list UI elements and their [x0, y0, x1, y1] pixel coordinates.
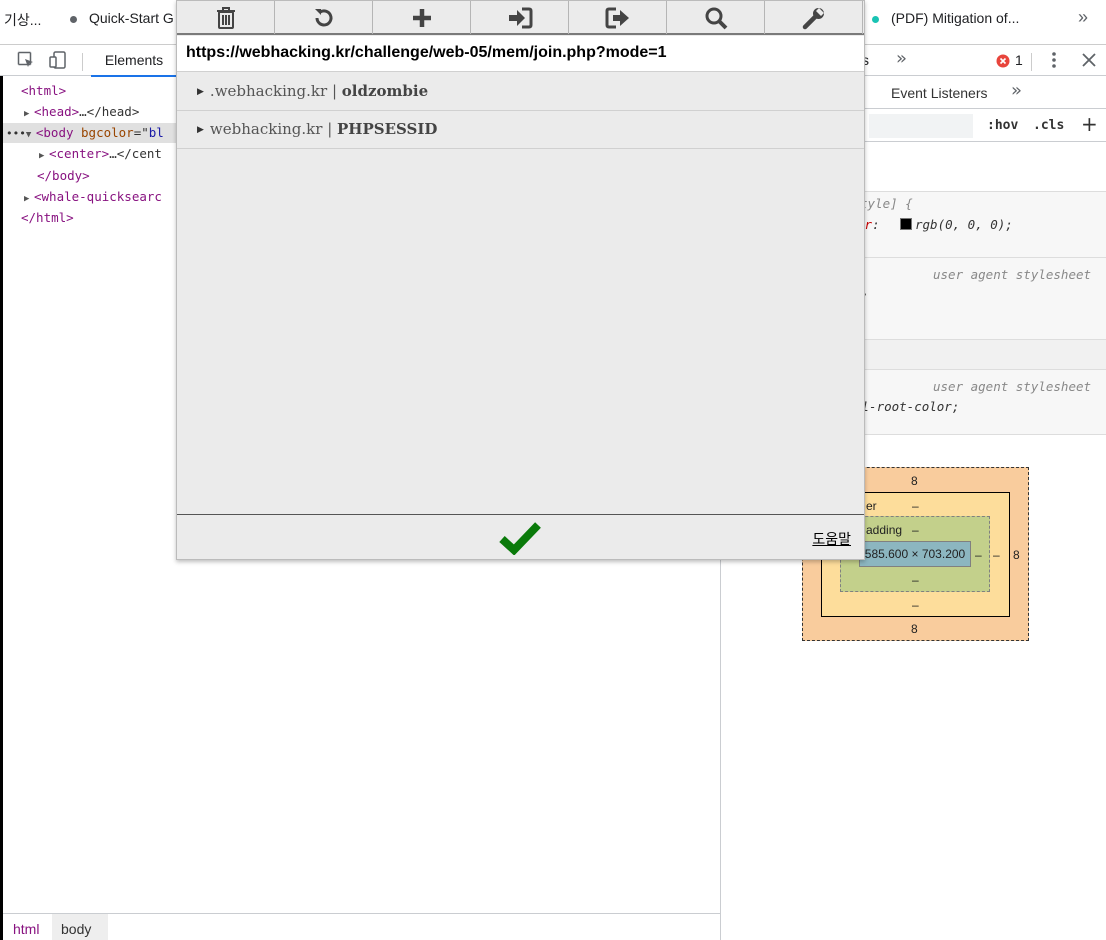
tab-event-listeners[interactable]: Event Listeners: [891, 85, 988, 101]
dom-node[interactable]: ▶ <center>…</cent: [39, 146, 162, 161]
more-bookmarks-icon[interactable]: »: [1078, 7, 1088, 28]
toolbar-divider: [1031, 53, 1032, 71]
close-icon[interactable]: [1081, 52, 1097, 72]
page-edge-strip: [0, 76, 3, 940]
more-subtabs-icon[interactable]: »: [1011, 80, 1022, 101]
margin-bottom-value[interactable]: 8: [911, 622, 918, 636]
search-icon: [705, 7, 727, 29]
cookie-domain: .webhacking.kr: [209, 82, 328, 100]
trash-icon: [216, 6, 235, 29]
favicon-icon: [872, 15, 879, 23]
cookie-name: oldzombie: [341, 82, 429, 100]
tab-label: Elements: [104, 52, 164, 68]
confirm-button[interactable]: [499, 521, 541, 559]
dom-node[interactable]: ▶ <whale-quicksearc: [24, 189, 162, 204]
popup-toolbar: [177, 1, 864, 35]
expand-triangle-icon[interactable]: ▶: [24, 109, 34, 119]
error-icon[interactable]: [996, 53, 1010, 72]
toolbar-divider: [82, 53, 83, 71]
add-rule-icon[interactable]: +: [1081, 112, 1098, 136]
favicon-icon: [70, 15, 77, 23]
error-count: 1: [1015, 52, 1023, 68]
border-bottom-value[interactable]: –: [912, 598, 919, 612]
wrench-icon: [802, 7, 824, 29]
filter-input[interactable]: [869, 114, 973, 138]
ellipsis-icon[interactable]: •••: [6, 127, 26, 140]
padding-top-value[interactable]: –: [912, 523, 919, 537]
inspect-element-icon[interactable]: [17, 51, 35, 73]
padding-label: adding: [866, 523, 903, 537]
ua-stylesheet-label: user agent stylesheet: [933, 379, 1092, 394]
breadcrumb-html[interactable]: html: [13, 921, 39, 937]
dom-node[interactable]: <html>: [21, 83, 66, 98]
dom-node[interactable]: </html>: [21, 210, 74, 225]
border-top-value[interactable]: –: [912, 499, 919, 513]
collapse-triangle-icon[interactable]: ▼: [26, 130, 36, 140]
padding-bottom-value[interactable]: –: [912, 573, 919, 587]
color-swatch[interactable]: [900, 218, 912, 230]
cookie-domain: webhacking.kr: [209, 120, 323, 138]
breadcrumb: html body: [3, 913, 720, 940]
bookmark-item[interactable]: Quick-Start G: [70, 10, 174, 26]
cookie-row[interactable]: ▶ webhacking.kr | PHPSESSID: [177, 111, 864, 149]
dom-node[interactable]: </body>: [37, 168, 90, 183]
more-tabs-icon[interactable]: »: [896, 48, 907, 69]
device-toolbar-icon[interactable]: [48, 50, 68, 74]
search-button[interactable]: [667, 1, 765, 34]
rule-selector: tyle] {: [860, 196, 913, 211]
ua-stylesheet-label: user agent stylesheet: [933, 267, 1092, 282]
border-label: er: [866, 499, 877, 513]
rule-value: al-root-color;: [854, 399, 960, 414]
margin-right-value[interactable]: 8: [1013, 548, 1020, 562]
help-link[interactable]: 도움말: [812, 529, 851, 549]
padding-right-value[interactable]: –: [975, 548, 982, 562]
url-display[interactable]: https://webhacking.kr/challenge/web-05/m…: [177, 36, 864, 72]
import-button[interactable]: [471, 1, 569, 34]
border-right-value[interactable]: –: [993, 548, 1000, 562]
cookie-name: PHPSESSID: [337, 120, 438, 138]
delete-all-button[interactable]: [177, 1, 275, 34]
dom-node[interactable]: ▶ <head>…</head>: [24, 104, 139, 119]
margin-top-value[interactable]: 8: [911, 474, 918, 488]
kebab-menu-icon[interactable]: [1047, 51, 1061, 73]
settings-button[interactable]: [765, 1, 863, 34]
popup-footer: 도움말: [177, 514, 864, 559]
breadcrumb-body[interactable]: body: [61, 921, 91, 937]
expand-triangle-icon[interactable]: ▶: [197, 125, 204, 135]
box-model-content[interactable]: 585.600 × 703.200: [859, 541, 971, 567]
expand-triangle-icon[interactable]: ▶: [197, 87, 204, 97]
dom-node-body[interactable]: •••▼ <body bgcolor="bl: [6, 125, 164, 140]
expand-triangle-icon[interactable]: ▶: [39, 151, 49, 161]
hov-toggle[interactable]: :hov: [987, 118, 1018, 133]
export-button[interactable]: [569, 1, 667, 34]
bookmark-item[interactable]: (PDF) Mitigation of...: [872, 10, 1019, 26]
checkmark-icon: [499, 522, 541, 556]
refresh-icon: [314, 8, 332, 26]
rule-value[interactable]: rgb(0, 0, 0);: [915, 217, 1013, 232]
reload-button[interactable]: [275, 1, 373, 34]
sign-out-icon: [605, 7, 629, 28]
tab-elements[interactable]: Elements: [91, 45, 177, 77]
bookmark-item[interactable]: 기상...: [4, 10, 41, 30]
cookie-row[interactable]: ▶ .webhacking.kr | oldzombie: [177, 73, 864, 111]
sign-in-icon: [508, 7, 532, 28]
add-cookie-button[interactable]: [373, 1, 471, 34]
active-tab-indicator: [91, 75, 177, 77]
expand-triangle-icon[interactable]: ▶: [24, 194, 34, 204]
plus-icon: [412, 8, 431, 27]
cookie-editor-popup: https://webhacking.kr/challenge/web-05/m…: [176, 0, 865, 560]
cls-toggle[interactable]: .cls: [1033, 118, 1064, 133]
